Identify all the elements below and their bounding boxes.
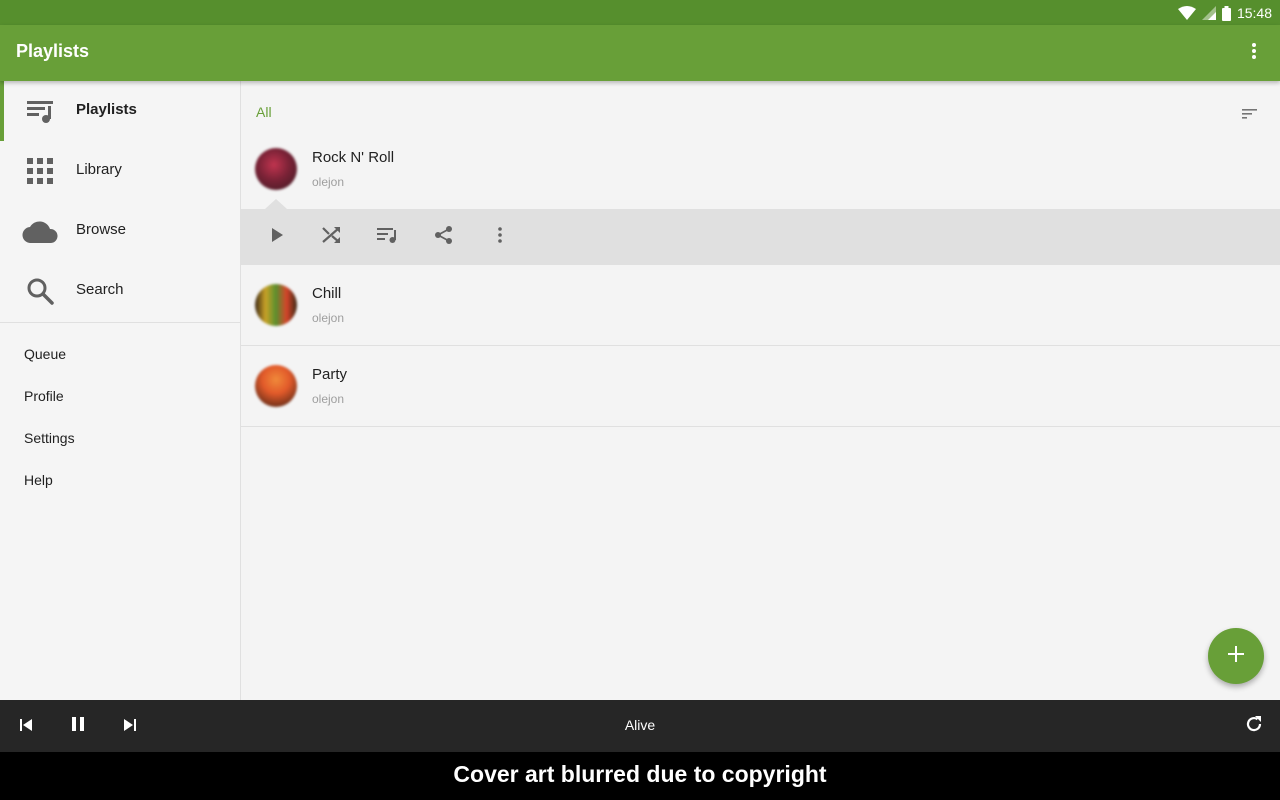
share-icon (434, 225, 454, 249)
nav-item-search[interactable]: Search (0, 261, 240, 321)
add-to-queue-icon (377, 226, 399, 248)
action-bar-pointer (265, 199, 287, 209)
nav-label-playlists: Playlists (76, 101, 137, 118)
copyright-caption: Cover art blurred due to copyright (0, 752, 1280, 800)
playlist-cover-art (255, 148, 297, 190)
nav-item-settings[interactable]: Settings (0, 417, 240, 459)
more-options-button[interactable] (488, 225, 512, 249)
refresh-button[interactable] (1242, 714, 1266, 738)
nav-item-help[interactable]: Help (0, 459, 240, 501)
nav-item-playlists[interactable]: Playlists (0, 81, 240, 141)
grid-icon (22, 155, 58, 187)
now-playing-title[interactable]: Alive (0, 717, 1280, 733)
playlist-owner: olejon (312, 392, 345, 406)
cloud-icon (22, 215, 58, 247)
add-icon (1227, 645, 1245, 667)
shuffle-button[interactable] (320, 225, 344, 249)
battery-icon (1221, 5, 1231, 21)
mini-player: Alive (0, 700, 1280, 752)
share-button[interactable] (432, 225, 456, 249)
app-bar: Playlists (0, 25, 1280, 81)
refresh-icon (1245, 715, 1263, 737)
filter-all[interactable]: All (256, 104, 272, 120)
playlist-panel: All Rock N' Roll olejon Chill olejon Par… (241, 81, 1280, 700)
playlist-cover-art (255, 365, 297, 407)
play-button[interactable] (265, 225, 289, 249)
status-bar: 15:48 (0, 0, 1280, 25)
nav-item-queue[interactable]: Queue (0, 333, 240, 375)
add-playlist-button[interactable] (1208, 628, 1264, 684)
playlist-owner: olejon (312, 311, 345, 325)
nav-item-profile[interactable]: Profile (0, 375, 240, 417)
playlist-icon (22, 95, 58, 127)
nav-item-browse[interactable]: Browse (0, 201, 240, 261)
playlist-row[interactable]: Party olejon (241, 346, 1280, 426)
shuffle-icon (322, 226, 342, 248)
page-title: Playlists (16, 41, 90, 61)
status-icons: 15:48 (1177, 4, 1272, 22)
more-vert-icon (1251, 42, 1257, 64)
add-to-queue-button[interactable] (376, 225, 400, 249)
wifi-icon (1177, 6, 1196, 20)
play-icon (270, 227, 284, 247)
navigation-drawer: Playlists Library Browse Search Queue Pr… (0, 81, 241, 700)
nav-label-browse: Browse (76, 221, 127, 238)
overflow-menu-button[interactable] (1242, 41, 1266, 65)
playlist-title: Party (312, 366, 348, 383)
row-divider (241, 426, 1280, 427)
playlist-action-bar (241, 199, 1280, 265)
playlist-row[interactable]: Rock N' Roll olejon (241, 137, 1280, 209)
sort-icon (1242, 105, 1258, 124)
sort-button[interactable] (1242, 105, 1260, 119)
nav-item-library[interactable]: Library (0, 141, 240, 201)
playlist-title: Chill (312, 285, 342, 302)
more-vert-icon (497, 226, 503, 248)
playlist-cover-art (255, 284, 297, 326)
nav-label-library: Library (76, 161, 122, 178)
nav-label-search: Search (76, 281, 124, 298)
clock: 15:48 (1236, 5, 1272, 21)
playlist-title: Rock N' Roll (312, 149, 395, 166)
secondary-nav: Queue Profile Settings Help (0, 323, 240, 501)
search-icon (22, 275, 58, 307)
signal-icon (1201, 6, 1216, 20)
playlist-owner: olejon (312, 175, 345, 189)
playlist-row[interactable]: Chill olejon (241, 265, 1280, 345)
